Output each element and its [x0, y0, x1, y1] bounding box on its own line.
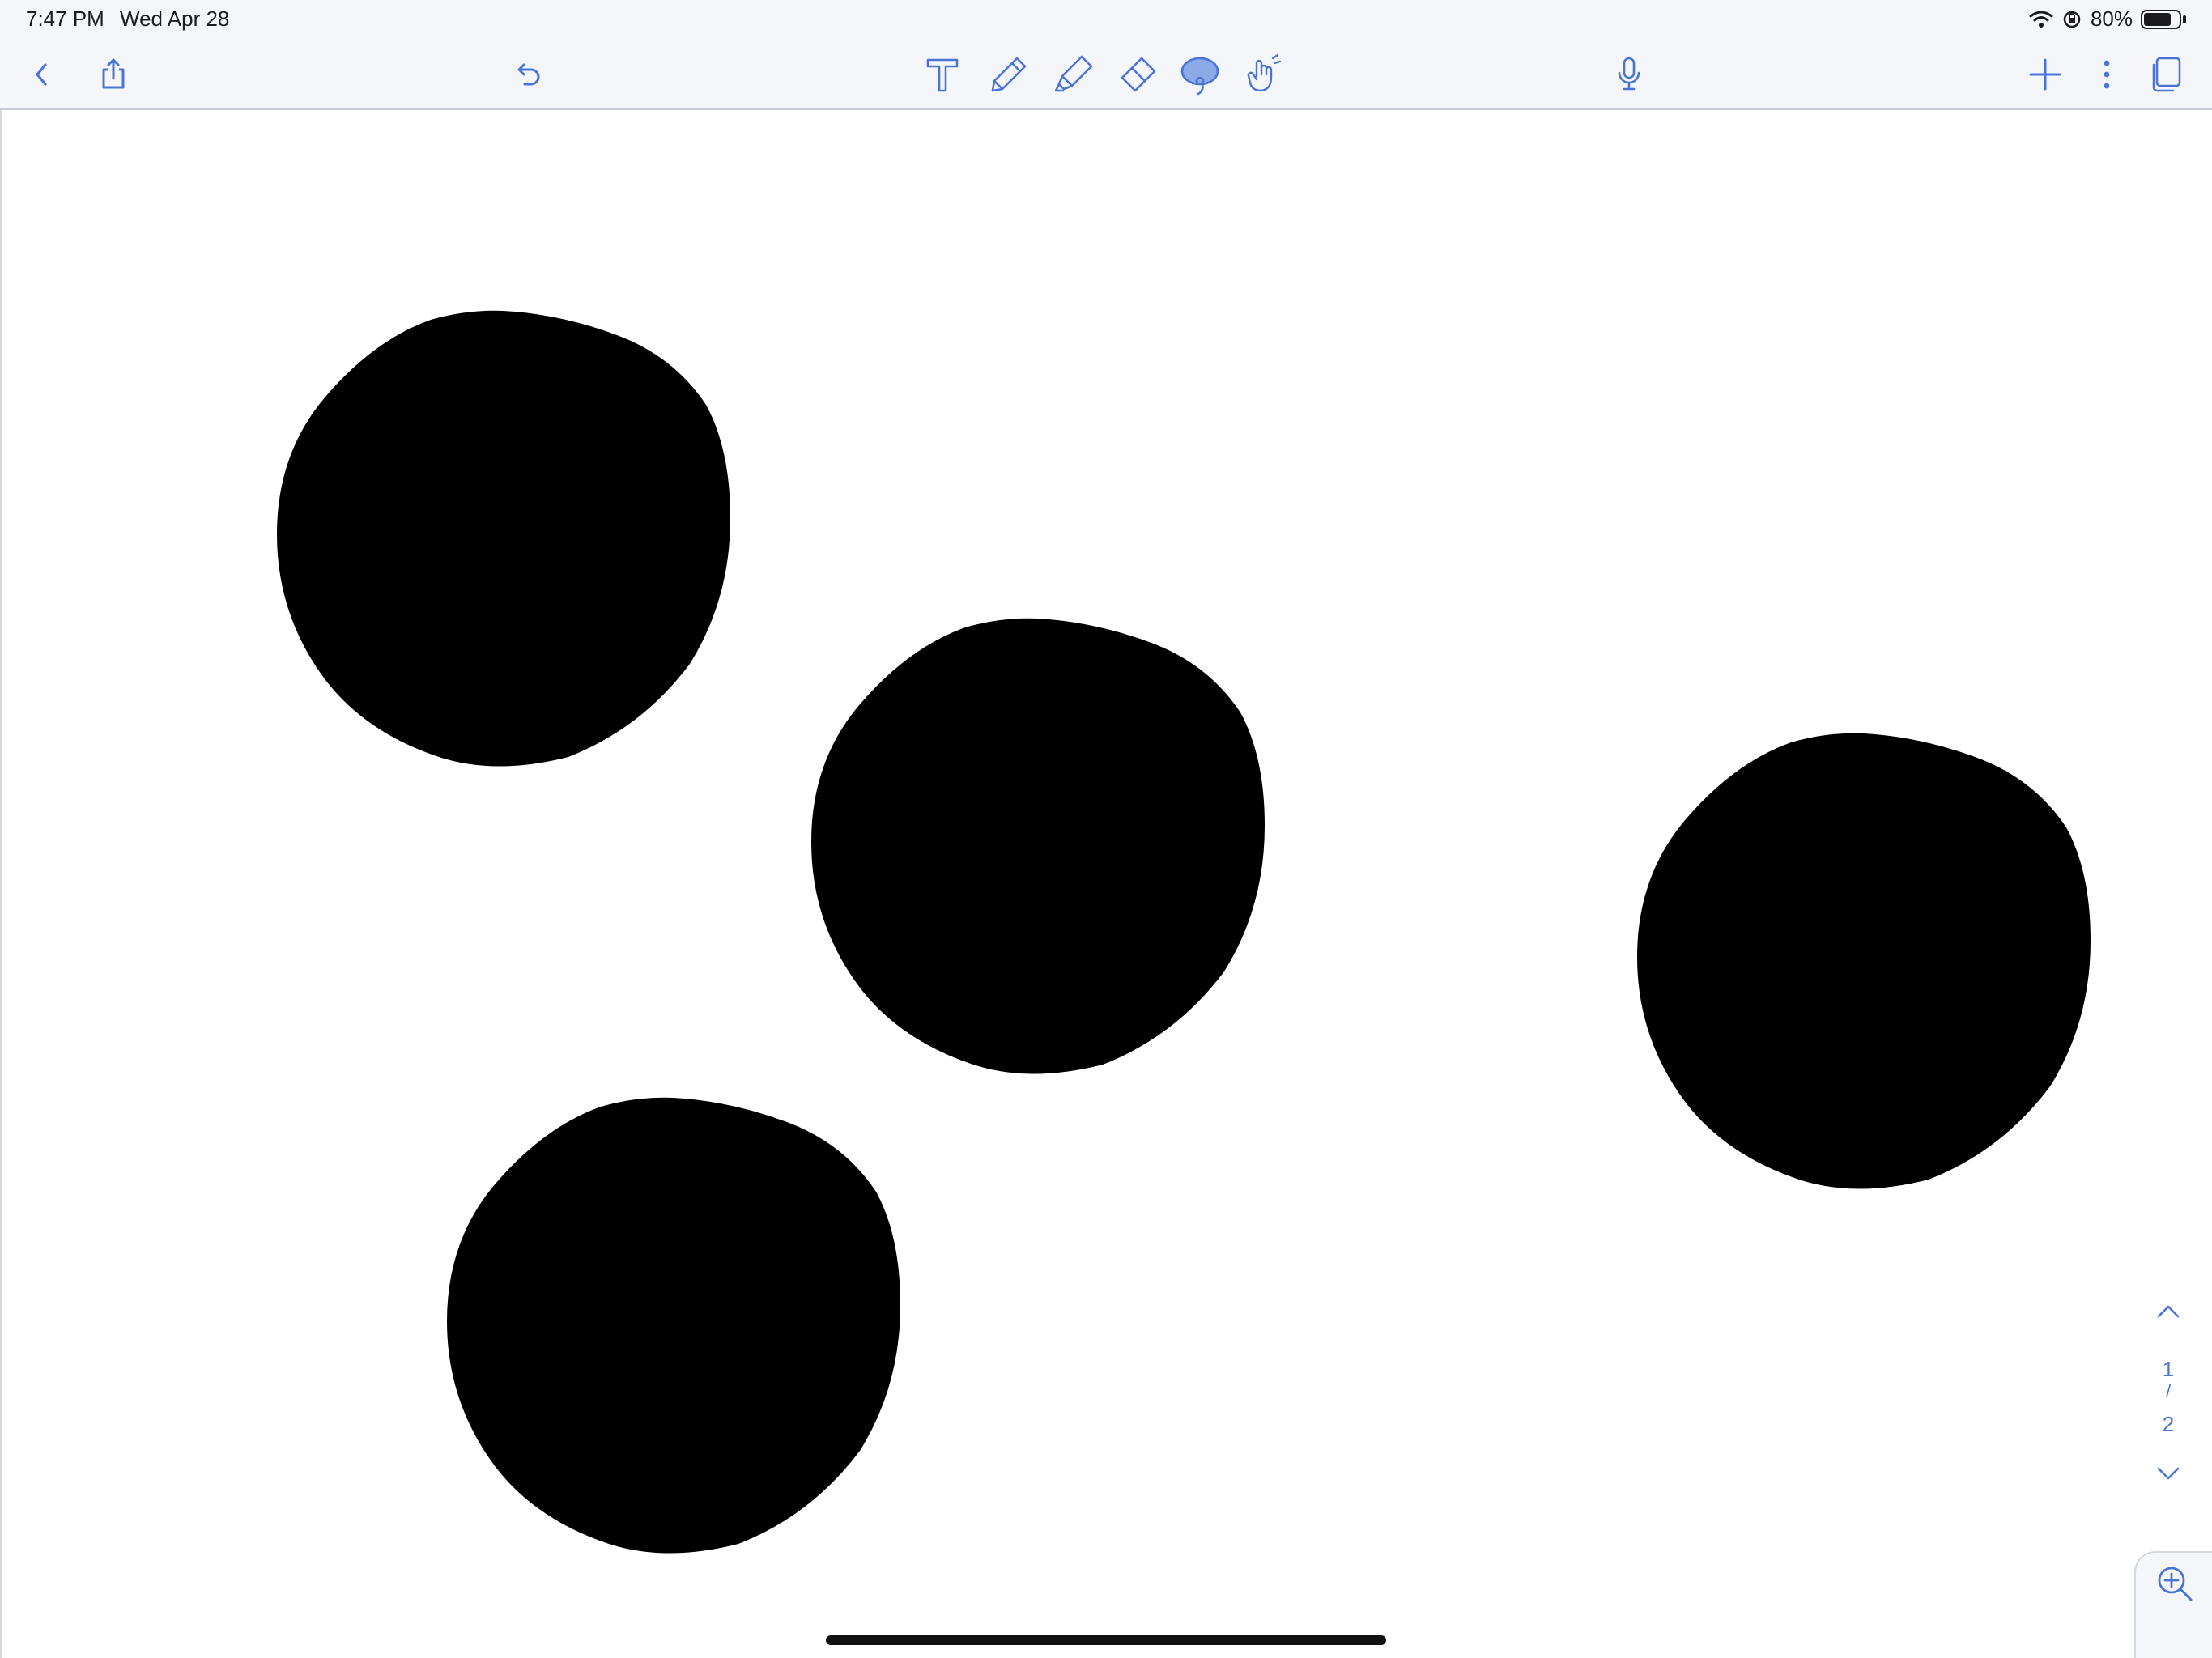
battery-icon	[2141, 9, 2181, 29]
back-icon	[36, 63, 47, 86]
ink-layer	[277, 310, 2091, 1554]
text-tool-icon	[926, 58, 959, 92]
highlighter-tool-button[interactable]	[1046, 47, 1101, 102]
chevron-up-icon	[2157, 1305, 2180, 1318]
pen-tool-button[interactable]	[981, 47, 1036, 102]
hand-tool-icon	[1247, 53, 1282, 92]
microphone-button[interactable]	[1602, 47, 1657, 102]
more-icon	[2104, 60, 2110, 89]
share-button[interactable]	[86, 47, 141, 102]
text-tool-button[interactable]	[915, 47, 970, 102]
ink-blob	[1637, 733, 2091, 1189]
eraser-tool-icon	[1121, 57, 1156, 92]
hand-tool-button[interactable]	[1236, 47, 1291, 102]
note-canvas[interactable]	[0, 110, 2212, 1658]
more-button[interactable]	[2079, 47, 2134, 102]
battery-percent: 80%	[2090, 6, 2133, 31]
orientation-lock-icon	[2063, 11, 2081, 28]
page-separator: /	[2165, 1381, 2172, 1401]
battery-cap	[2183, 15, 2186, 23]
eraser-tool-button[interactable]	[1109, 47, 1164, 102]
status-date: Wed Apr 28	[120, 6, 230, 31]
notes-app-screen: 7:47 PM Wed Apr 28 80% 1 / 2	[0, 0, 2212, 1658]
ink-blob	[811, 618, 1265, 1074]
next-page-button[interactable]	[2149, 1457, 2188, 1490]
status-time: 7:47 PM	[26, 6, 104, 31]
undo-icon	[517, 63, 540, 86]
pages-icon	[2152, 57, 2181, 92]
pages-button[interactable]	[2139, 47, 2194, 102]
ink-blob	[447, 1097, 900, 1554]
previous-page-button[interactable]	[2149, 1295, 2188, 1328]
current-page-number: 1	[2162, 1357, 2175, 1381]
total-pages: 2	[2162, 1412, 2175, 1436]
add-button[interactable]	[2018, 47, 2073, 102]
zoom-button[interactable]	[2134, 1551, 2212, 1658]
share-icon	[102, 58, 125, 89]
page-navigator: 1 / 2	[2141, 1295, 2196, 1490]
wifi-icon	[2029, 11, 2053, 28]
microphone-icon	[1618, 57, 1640, 91]
lasso-tool-button[interactable]	[1172, 47, 1227, 102]
home-indicator[interactable]	[826, 1635, 1386, 1645]
zoom-in-icon	[2158, 1567, 2193, 1601]
lasso-tool-icon	[1180, 57, 1219, 96]
undo-button[interactable]	[500, 47, 555, 102]
toolbar	[0, 39, 2212, 110]
ink-blob	[277, 310, 730, 767]
status-bar: 7:47 PM Wed Apr 28 80%	[0, 0, 2212, 39]
add-icon	[2029, 58, 2061, 91]
highlighter-tool-icon	[1054, 55, 1093, 92]
pen-tool-icon	[991, 57, 1027, 92]
battery-level	[2144, 12, 2171, 26]
status-indicators: 80%	[2029, 6, 2186, 32]
chevron-down-icon	[2157, 1467, 2180, 1480]
back-button[interactable]	[15, 47, 70, 102]
